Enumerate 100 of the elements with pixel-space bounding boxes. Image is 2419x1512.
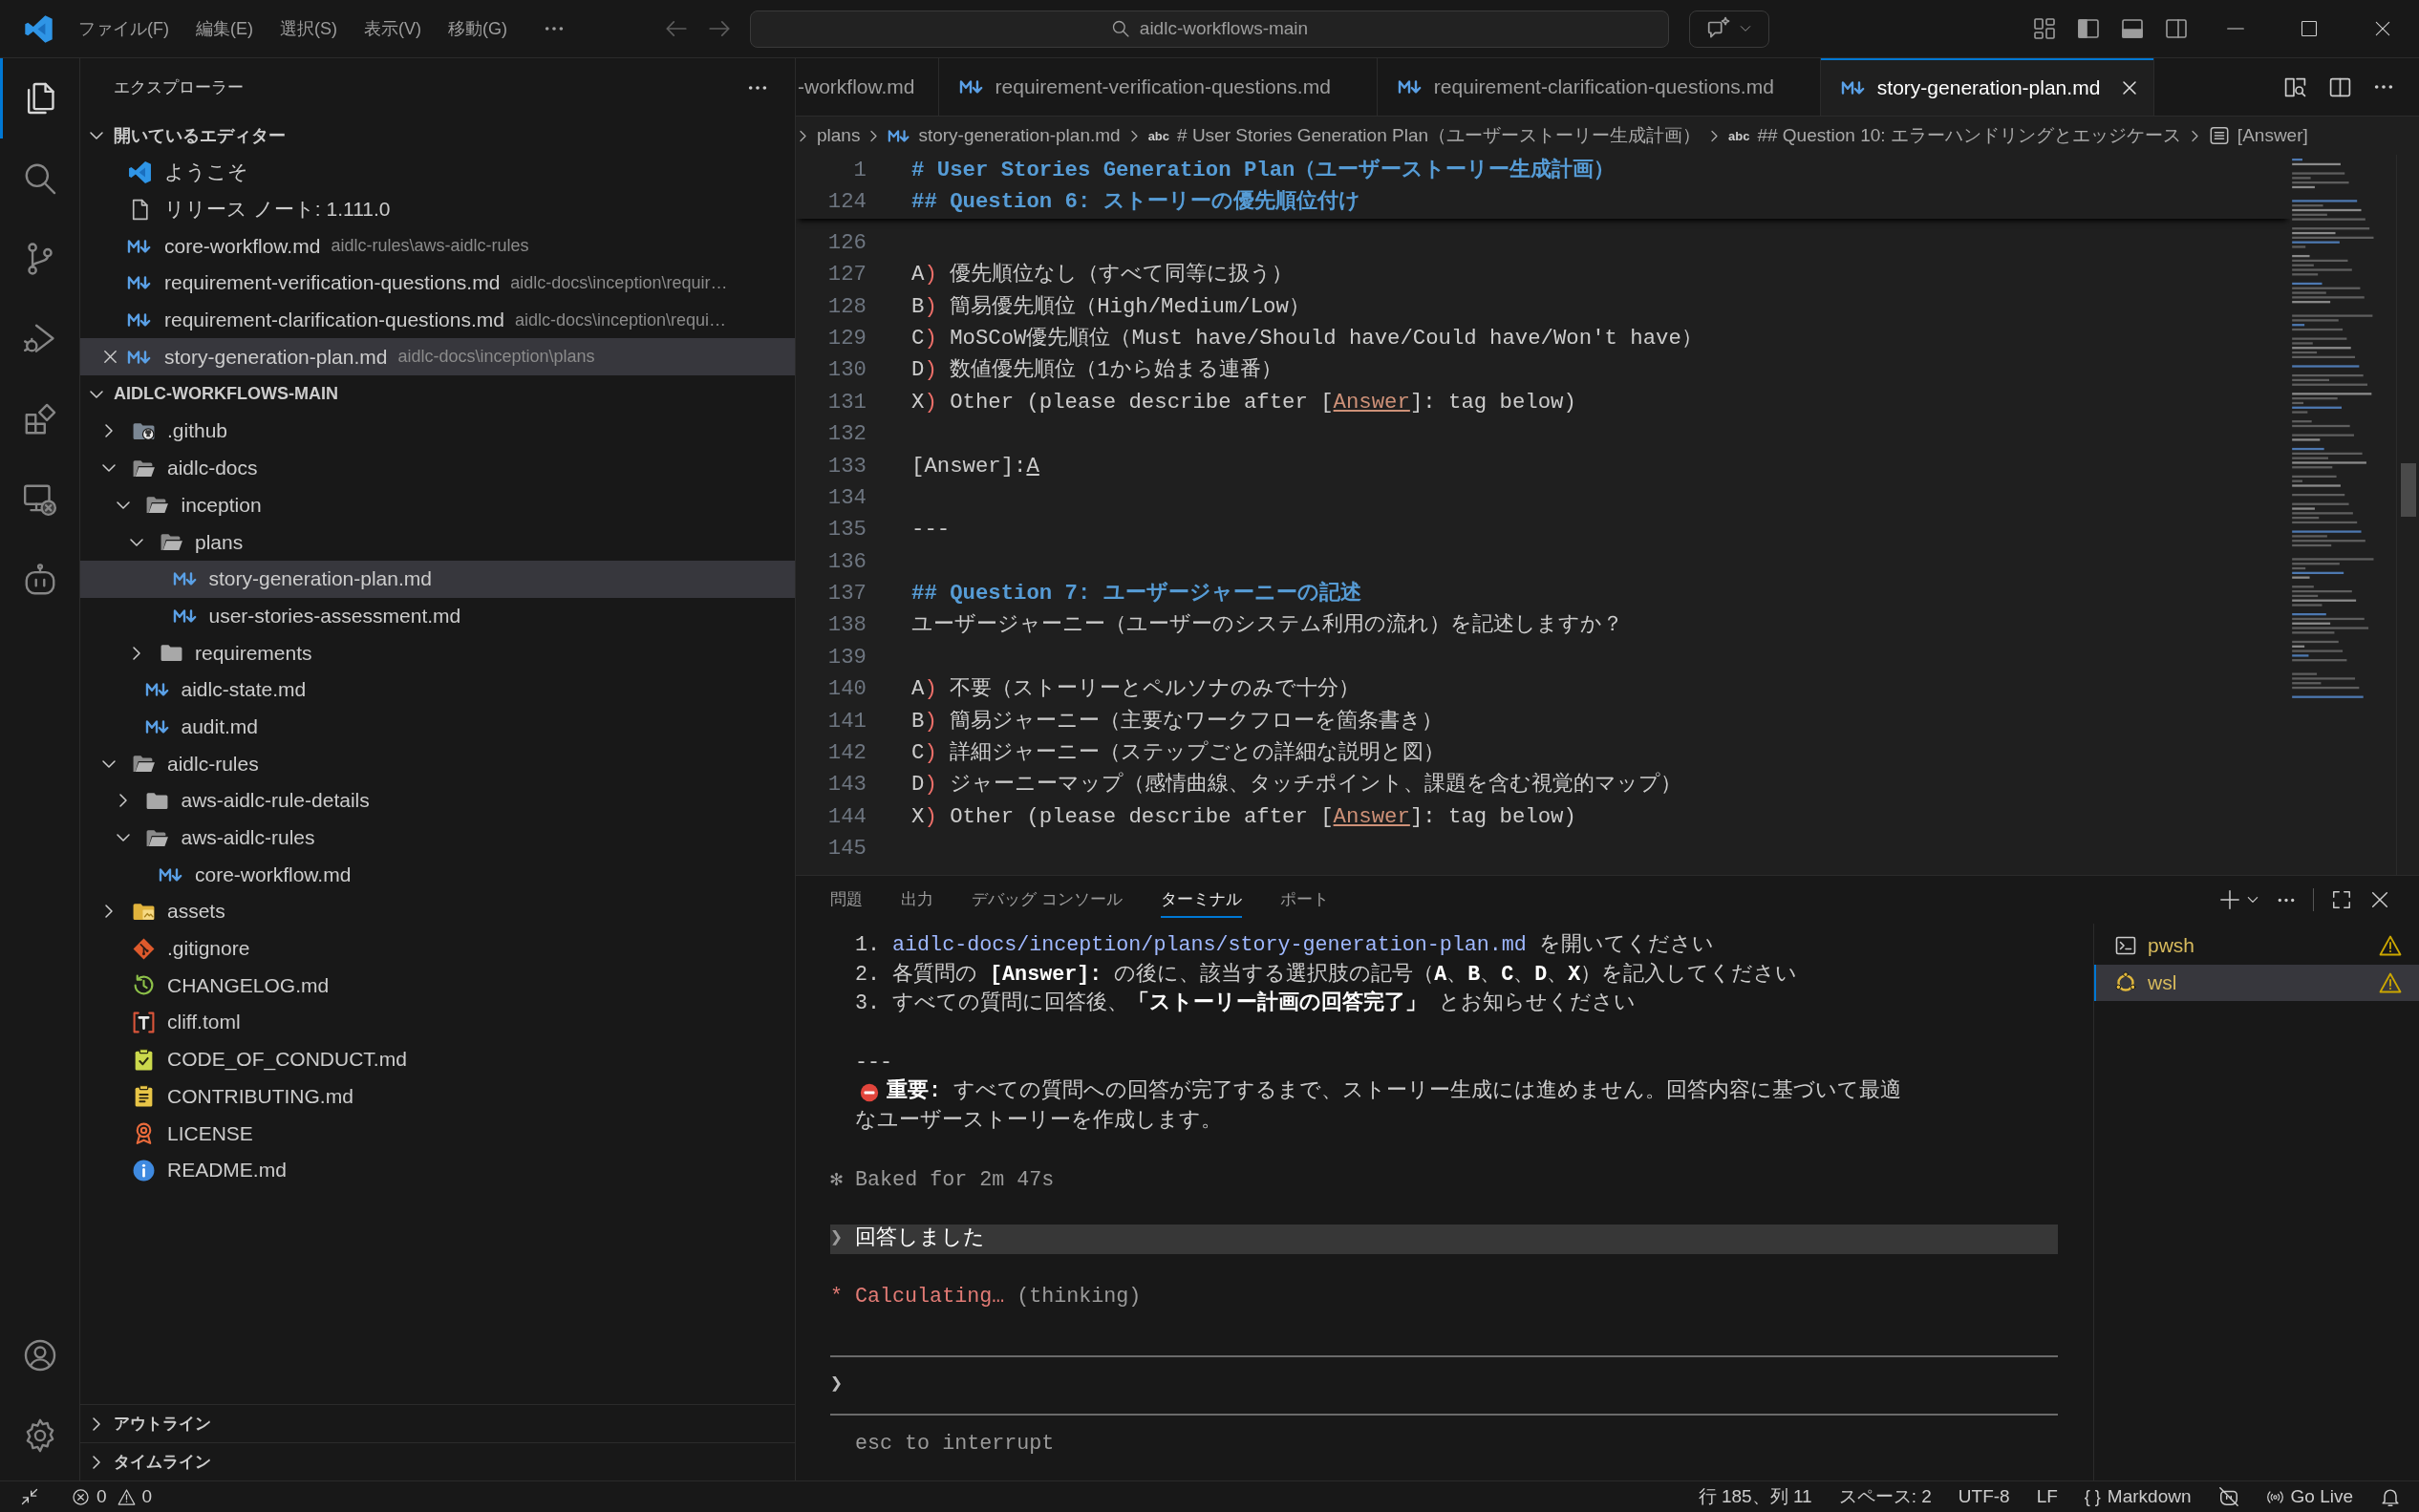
tree-item[interactable]: aws-aidlc-rule-details bbox=[80, 782, 795, 820]
prompt-input-field[interactable]: ❯ bbox=[830, 1371, 2058, 1400]
tree-item[interactable]: user-stories-assessment.md bbox=[80, 597, 795, 635]
tree-item[interactable]: aidlc-rules bbox=[80, 745, 795, 782]
line-number: 134 bbox=[826, 483, 867, 512]
open-editor-item[interactable]: ようこそ bbox=[80, 154, 795, 191]
bell-icon[interactable] bbox=[2380, 1486, 2401, 1507]
list-box-icon bbox=[2208, 125, 2230, 146]
go-live-button[interactable]: Go Live bbox=[2265, 1486, 2353, 1507]
tree-item[interactable]: core-workflow.md bbox=[80, 856, 795, 894]
code-line: ## Question 7: ユーザージャーニーの記述 bbox=[911, 580, 1361, 608]
right-pane-icon[interactable] bbox=[2165, 17, 2188, 40]
bottom-pane-icon[interactable] bbox=[2121, 17, 2144, 40]
tree-item[interactable]: inception bbox=[80, 486, 795, 524]
editor-tab[interactable]: -workflow.md bbox=[796, 58, 939, 116]
panel-tab[interactable]: ポート bbox=[1279, 882, 1329, 918]
tree-item[interactable]: requirements bbox=[80, 634, 795, 671]
chat-button[interactable] bbox=[1689, 10, 1769, 48]
status-item[interactable]: LF bbox=[2036, 1486, 2058, 1507]
code-line: [Answer]:A bbox=[911, 452, 1039, 480]
tree-item[interactable]: LICENSE bbox=[80, 1115, 795, 1152]
tree-item[interactable]: CONTRIBUTING.md bbox=[80, 1077, 795, 1116]
section-header[interactable]: AIDLC-WORKFLOWS-MAIN bbox=[80, 375, 795, 414]
maximize-icon[interactable] bbox=[2299, 19, 2319, 38]
more-icon[interactable] bbox=[2373, 83, 2394, 91]
line-number: 1 bbox=[852, 157, 867, 184]
more-icon[interactable] bbox=[2277, 896, 2296, 904]
tree-item[interactable]: .github bbox=[80, 413, 795, 450]
line-number: 130 bbox=[826, 356, 867, 385]
tree-item[interactable]: cliff.toml bbox=[80, 1004, 795, 1041]
tree-item[interactable]: aidlc-docs bbox=[80, 449, 795, 487]
menu-item[interactable]: 表示(V) bbox=[351, 10, 435, 48]
tree-item[interactable]: CHANGELOG.md bbox=[80, 967, 795, 1005]
tree-item[interactable]: README.md bbox=[80, 1151, 795, 1189]
logo-icon bbox=[127, 160, 152, 184]
robot-slash-icon[interactable] bbox=[2217, 1486, 2239, 1507]
close-icon[interactable] bbox=[2121, 78, 2139, 96]
open-editor-item[interactable]: requirement-clarification-questions.md aidlc-docs\inception\requi… bbox=[80, 301, 795, 339]
breadcrumb-item[interactable]: abc # User Stories Generation Plan（ユーザーストーリー生成計画） bbox=[1147, 123, 1701, 148]
line-number: 124 bbox=[826, 188, 867, 217]
minimize-icon[interactable] bbox=[2225, 27, 2245, 31]
panel-tab[interactable]: デバッグ コンソール bbox=[972, 882, 1123, 918]
tree-item[interactable]: aidlc-state.md bbox=[80, 671, 795, 709]
problems-status[interactable]: 0 0 bbox=[72, 1486, 153, 1507]
line-number: 145 bbox=[826, 835, 867, 863]
markdown-icon bbox=[1397, 79, 1423, 95]
panel-tab[interactable]: 出力 bbox=[901, 882, 933, 918]
status-item[interactable]: UTF-8 bbox=[1958, 1486, 2010, 1507]
section-header[interactable]: 開いているエディター bbox=[80, 117, 795, 154]
line-number: 127 bbox=[826, 261, 867, 289]
breadcrumb-item[interactable]: [Answer] bbox=[2208, 125, 2308, 146]
search-icon bbox=[1110, 19, 1130, 38]
menu-item[interactable]: 移動(G) bbox=[435, 10, 521, 48]
breadcrumb-item[interactable]: plans bbox=[817, 125, 861, 146]
panel-tab[interactable]: 問題 bbox=[830, 882, 863, 918]
language-status[interactable]: { } Markdown bbox=[2084, 1486, 2192, 1507]
warning-icon bbox=[117, 1487, 136, 1506]
more-icon[interactable] bbox=[544, 25, 565, 32]
menu-item[interactable]: ファイル(F) bbox=[65, 10, 182, 48]
maximize-panel-icon[interactable] bbox=[2331, 889, 2352, 910]
status-item[interactable]: 行 185、列 11 bbox=[1698, 1484, 1812, 1509]
code-line: C) 詳細ジャーニー（ステップごとの詳細な説明と図） bbox=[911, 739, 1445, 768]
scrollbar-thumb[interactable] bbox=[2401, 463, 2416, 517]
tree-item[interactable]: CODE_OF_CONDUCT.md bbox=[80, 1040, 795, 1078]
code-line: X) Other (please describe after [Answer]: tag below) bbox=[911, 388, 1576, 416]
tree-item[interactable]: story-generation-plan.md bbox=[80, 560, 795, 598]
diagonal-arrows-icon[interactable] bbox=[19, 1487, 39, 1506]
terminal-list-item[interactable]: wsl bbox=[2094, 964, 2419, 1002]
open-editor-item[interactable]: core-workflow.md aidlc-rules\aws-aidlc-rules bbox=[80, 227, 795, 266]
status-item[interactable]: スペース: 2 bbox=[1838, 1484, 1932, 1509]
string-symbol-icon: abc bbox=[1728, 128, 1750, 143]
menu-item[interactable]: 選択(S) bbox=[267, 10, 351, 48]
panel-tab[interactable]: ターミナル bbox=[1160, 882, 1242, 918]
left-pane-icon[interactable] bbox=[2077, 17, 2100, 40]
close-icon[interactable] bbox=[102, 349, 118, 366]
line-number: 143 bbox=[826, 771, 867, 799]
open-editor-item[interactable]: requirement-verification-questions.md aidlc-docs\inception\requir… bbox=[80, 265, 795, 302]
markdown-icon bbox=[127, 349, 152, 365]
plus-icon[interactable] bbox=[2219, 889, 2240, 910]
terminal-line: 2. 各質問の [Answer]: の後に、該当する選択肢の記号（A、B、C、D、X）を記入してください bbox=[854, 961, 1799, 989]
layout-icon[interactable] bbox=[2033, 17, 2056, 40]
line-number: 138 bbox=[826, 611, 867, 640]
tree-item[interactable]: .gitignore bbox=[80, 929, 795, 968]
breadcrumb-item[interactable]: story-generation-plan.md bbox=[888, 125, 1121, 146]
editor-tab[interactable]: story-generation-plan.md bbox=[1820, 58, 2155, 116]
tree-item[interactable]: aws-aidlc-rules bbox=[80, 819, 795, 857]
menu-item[interactable]: 編集(E) bbox=[182, 10, 267, 48]
open-editor-item[interactable]: story-generation-plan.md aidlc-docs\inception\plans bbox=[80, 338, 795, 376]
tree-item[interactable]: assets bbox=[80, 893, 795, 930]
bracketed-t-icon bbox=[131, 1010, 156, 1034]
breadcrumb-item[interactable]: abc ## Question 10: エラーハンドリングとエッジケース bbox=[1728, 123, 2181, 148]
more-icon[interactable] bbox=[747, 83, 768, 92]
terminal-list-item[interactable]: pwsh bbox=[2094, 927, 2419, 965]
tree-item[interactable]: plans bbox=[80, 523, 795, 561]
tree-item[interactable]: audit.md bbox=[80, 708, 795, 746]
command-center[interactable]: aidlc-workflows-main bbox=[750, 10, 1669, 48]
code-line: ユーザージャーニー（ユーザーのシステム利用の流れ）を記述しますか？ bbox=[911, 611, 1623, 640]
section-header[interactable]: アウトライン bbox=[80, 1404, 795, 1442]
open-editor-item[interactable]: リリース ノート: 1.111.0 bbox=[80, 190, 795, 228]
close-icon[interactable] bbox=[2369, 889, 2390, 910]
